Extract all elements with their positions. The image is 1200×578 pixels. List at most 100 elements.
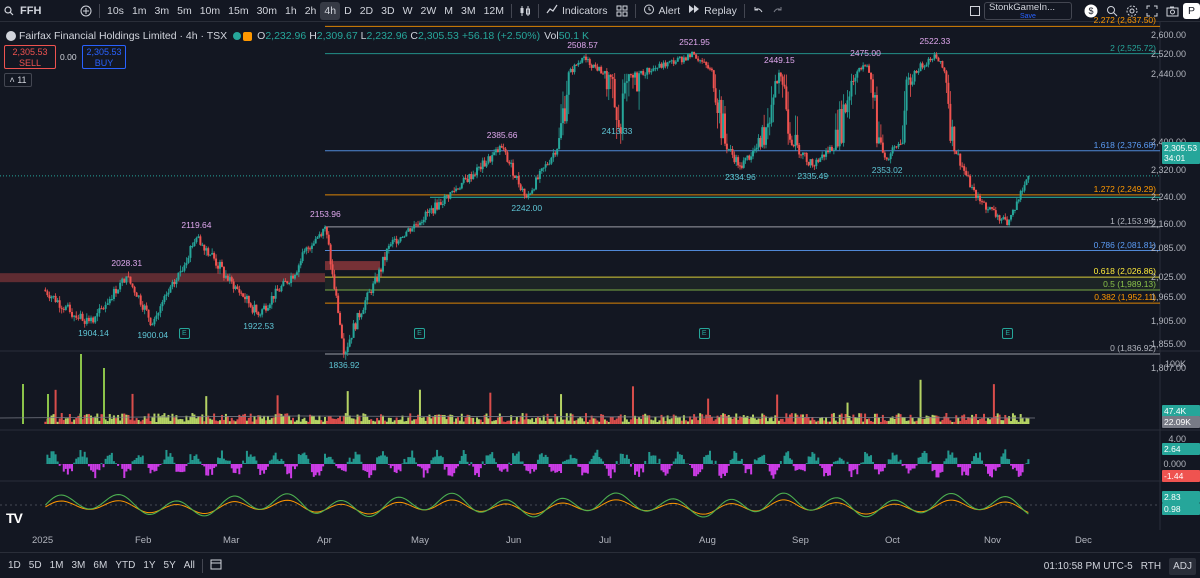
range-all[interactable]: All: [180, 560, 199, 571]
timeframe-3m[interactable]: 3m: [151, 0, 174, 22]
layouts-grid-icon[interactable]: [612, 0, 632, 22]
range-ytd[interactable]: YTD: [111, 560, 139, 571]
volume-bar: [563, 419, 566, 424]
osc-bar: [48, 457, 51, 464]
timeframe-2w[interactable]: 2W: [416, 0, 440, 22]
redo-icon[interactable]: [768, 0, 788, 22]
candle-body: [875, 95, 878, 144]
osc-bar: [548, 464, 551, 468]
range-3m[interactable]: 3M: [68, 560, 90, 571]
timeframe-15m[interactable]: 15m: [224, 0, 252, 22]
candle-body: [740, 165, 743, 168]
osc-bar: [247, 456, 250, 464]
volume-bar: [678, 417, 681, 424]
earnings-marker[interactable]: E: [414, 328, 425, 339]
volume-bar: [163, 413, 166, 424]
timeframe-m[interactable]: M: [440, 0, 457, 22]
timeframe-w[interactable]: W: [399, 0, 417, 22]
volume-bar: [864, 413, 867, 424]
tradingview-logo[interactable]: TV: [6, 510, 23, 526]
replay-button[interactable]: Replay: [684, 0, 741, 22]
volume-bar: [141, 419, 144, 424]
candles-chart-type-icon[interactable]: [515, 0, 535, 22]
layout-icon[interactable]: [966, 0, 984, 22]
divider: [511, 3, 513, 18]
osc-bar: [50, 451, 53, 464]
alert-button[interactable]: Alert: [639, 0, 685, 22]
timeframe-12m[interactable]: 12M: [480, 0, 508, 22]
timeframe-5m[interactable]: 5m: [173, 0, 196, 22]
candle-body: [364, 300, 367, 310]
timeframe-10s[interactable]: 10s: [103, 0, 128, 22]
candle-body: [697, 58, 700, 61]
timeframe-d[interactable]: D: [340, 0, 356, 22]
timeframe-30m[interactable]: 30m: [253, 0, 281, 22]
osc-bar: [75, 458, 78, 464]
volume-bar: [774, 415, 777, 424]
osc-bar: [453, 464, 456, 474]
candle-body: [821, 154, 824, 159]
candle-body: [947, 82, 950, 104]
volume-bar: [407, 417, 410, 424]
timeframe-2h[interactable]: 2h: [301, 0, 321, 22]
volume-bar: [828, 421, 831, 424]
range-1y[interactable]: 1Y: [139, 560, 159, 571]
osc-bar: [961, 464, 964, 476]
indicators-button[interactable]: Indicators: [542, 0, 612, 22]
candle-body: [293, 274, 296, 279]
range-6m[interactable]: 6M: [89, 560, 111, 571]
range-1m[interactable]: 1M: [46, 560, 68, 571]
osc-bar: [864, 452, 867, 464]
osc-bar: [187, 462, 190, 464]
adjust-data-toggle[interactable]: ADJ: [1169, 557, 1196, 575]
timeframe-2d[interactable]: 2D: [356, 0, 377, 22]
range-5d[interactable]: 5D: [25, 560, 46, 571]
clock-time[interactable]: 01:10:58 PM UTC-5: [1044, 561, 1133, 572]
session-toggle[interactable]: RTH: [1141, 561, 1161, 572]
price-chart[interactable]: [0, 22, 1200, 552]
osc-bar: [691, 464, 694, 469]
osc-bar: [358, 454, 361, 464]
candle-body: [79, 313, 82, 319]
volume-bar: [939, 421, 942, 424]
timeframe-1h[interactable]: 1h: [281, 0, 301, 22]
volume-bar: [529, 419, 532, 424]
timeframe-1m[interactable]: 1m: [128, 0, 151, 22]
volume-bar: [794, 413, 797, 424]
camera-snapshot-icon[interactable]: [1162, 0, 1183, 22]
candle-body: [401, 236, 404, 238]
timeframe-3m[interactable]: 3M: [457, 0, 480, 22]
volume-bar: [387, 417, 390, 424]
osc-bar: [389, 464, 392, 469]
candle-body: [992, 208, 995, 211]
volume-bar: [422, 417, 425, 424]
timeframe-10m[interactable]: 10m: [196, 0, 224, 22]
range-1d[interactable]: 1D: [4, 560, 25, 571]
compare-symbol-icon[interactable]: [76, 0, 96, 22]
symbol-search-button[interactable]: FFH: [18, 0, 76, 22]
go-to-date-calendar-icon[interactable]: [206, 558, 226, 573]
candle-body: [1006, 219, 1009, 225]
candle-body: [781, 76, 784, 85]
volume-spike: [103, 368, 105, 424]
volume-bar: [432, 416, 435, 424]
osc-bar: [801, 464, 804, 471]
earnings-marker[interactable]: E: [178, 328, 190, 339]
volume-bar: [941, 419, 944, 424]
publish-button[interactable]: P: [1182, 3, 1200, 19]
candle-body: [531, 190, 534, 194]
candle-body: [832, 149, 835, 151]
save-layout-button[interactable]: StonkGameIn... Save: [983, 2, 1072, 20]
earnings-marker[interactable]: E: [1002, 328, 1014, 339]
earnings-marker[interactable]: E: [698, 328, 710, 339]
osc-bar: [759, 456, 762, 464]
undo-icon[interactable]: [748, 0, 768, 22]
volume-bar: [573, 420, 576, 424]
timeframe-3d[interactable]: 3D: [377, 0, 398, 22]
osc-bar: [923, 450, 926, 464]
osc-bar: [556, 464, 559, 473]
timeframe-4h[interactable]: 4h: [320, 1, 341, 20]
search-icon[interactable]: [0, 0, 18, 22]
candle-body: [157, 312, 160, 316]
range-5y[interactable]: 5Y: [160, 560, 180, 571]
